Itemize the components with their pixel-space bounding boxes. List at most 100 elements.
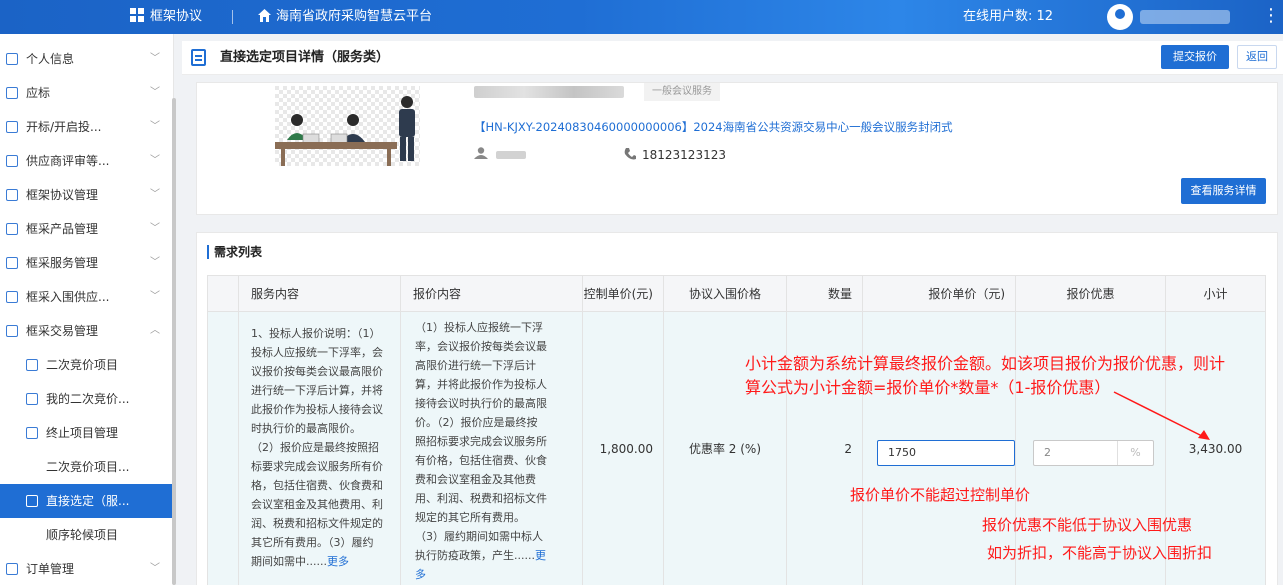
annotation-subtotal-line1: 小计金额为系统计算最终报价金额。如该项目报价为报价优惠，则计 xyxy=(745,354,1226,373)
sidebar-item-label: 个人信息 xyxy=(26,52,75,66)
service-content-cell: 1、投标人报价说明：（1） 投标人应报统一下浮率，会 议报价按每类会议最高限价 进行统… xyxy=(238,311,401,585)
cell-line: 此报价作为投标人接待会议 xyxy=(251,403,383,416)
more-link[interactable]: 多 xyxy=(415,565,582,584)
cell-line: 算，并将此报价作为投标人 xyxy=(415,378,547,391)
annotation-discount-line1: 报价优惠不能低于协议入围优惠 xyxy=(982,516,1193,534)
avatar[interactable] xyxy=(1107,4,1133,30)
bidding-icon xyxy=(26,359,38,371)
more-link[interactable]: 更 xyxy=(535,549,546,562)
sidebar-scrollbar[interactable] xyxy=(172,98,176,585)
my-bid-icon xyxy=(26,393,38,405)
control-price-cell: 1,800.00 xyxy=(582,311,664,585)
sidebar-item-label: 供应商评审等... xyxy=(26,154,110,168)
table-header: 服务内容 xyxy=(238,275,401,312)
sidebar-item-label: 二次竞价项目 xyxy=(46,358,119,372)
table-header: 小计 xyxy=(1165,275,1266,312)
contact-phone: 18123123123 xyxy=(642,148,726,162)
more-menu-icon[interactable]: ⋮ xyxy=(1262,0,1280,34)
sidebar-item-label: 框架协议管理 xyxy=(26,188,99,202)
sidebar-item-label: 终止项目管理 xyxy=(46,426,119,440)
sidebar-item-bid-opening[interactable]: 开标/开启投... ﹀ xyxy=(0,110,174,144)
row-select-cell xyxy=(207,311,239,585)
sidebar-item-label: 开标/开启投... xyxy=(26,120,102,134)
username-redacted[interactable] xyxy=(1140,10,1230,24)
trade-icon xyxy=(6,325,18,337)
sidebar-item-label: 直接选定（服... xyxy=(46,494,130,508)
annotation-unit-price: 报价单价不能超过控制单价 xyxy=(850,486,1031,504)
sidebar-item-orders[interactable]: 订单管理 ﹀ xyxy=(0,552,174,585)
sidebar-item-label: 二次竞价项目... xyxy=(46,460,130,474)
table-header: 控制单价(元) xyxy=(582,275,664,312)
sidebar-item-sequential[interactable]: 顺序轮候项目 xyxy=(0,518,174,552)
annotation-subtotal-line2: 算公式为小计金额=报价单价*数量*（1-报价优惠） xyxy=(745,378,1111,397)
document-icon xyxy=(191,49,206,66)
category-badge: 一般会议服务 xyxy=(644,83,720,101)
bid-icon xyxy=(6,87,18,99)
page-header: 直接选定项目详情（服务类） 提交报价 返回 xyxy=(182,41,1283,75)
service-content-text: 1、投标人报价说明：（1） 投标人应报统一下浮率，会 议报价按每类会议最高限价 进行统… xyxy=(251,324,400,571)
terminate-icon xyxy=(26,427,38,439)
cell-line: 费和会议室租金及其他费 xyxy=(415,473,536,486)
opening-icon xyxy=(6,121,18,133)
direct-select-icon xyxy=(26,495,38,507)
sidebar-item-supplier-review[interactable]: 供应商评审等... ﹀ xyxy=(0,144,174,178)
sidebar-item-second-bid[interactable]: 二次竞价项目 xyxy=(0,348,174,382)
supplier-icon xyxy=(6,291,18,303)
sidebar-item-trade[interactable]: 框采交易管理 ︿ xyxy=(0,314,174,348)
module-title[interactable]: 框架协议 xyxy=(150,0,202,34)
cell-line: 执行防疫政策，产生......更 xyxy=(415,549,546,562)
user-icon xyxy=(474,147,488,159)
sidebar-item-framework[interactable]: 框架协议管理 ﹀ xyxy=(0,178,174,212)
quote-content-cell: （1）投标人应报统一下浮 率，会议报价按每类会议最 高限价进行统一下浮后计 算，并将此… xyxy=(400,311,583,585)
table-header: 报价内容 xyxy=(400,275,583,312)
sidebar-item-my-second-bid[interactable]: 我的二次竞价... xyxy=(0,382,174,416)
sidebar-item-label: 应标 xyxy=(26,86,51,100)
sidebar-item-label: 顺序轮候项目 xyxy=(46,528,119,542)
top-bar: 框架协议 海南省政府采购智慧云平台 在线用户数: 12 ⋮ xyxy=(0,0,1283,34)
quote-content-text: （1）投标人应报统一下浮 率，会议报价按每类会议最 高限价进行统一下浮后计 算，并将此… xyxy=(415,318,582,584)
cell-line: 期间如需中......更多 xyxy=(251,555,349,568)
view-service-detail-button[interactable]: 查看服务详情 xyxy=(1181,178,1266,204)
chevron-down-icon: ﹀ xyxy=(150,189,160,200)
chevron-up-icon: ︿ xyxy=(150,325,160,336)
sidebar-item-terminate[interactable]: 终止项目管理 xyxy=(0,416,174,450)
cell-line: 会议室租金及其他费用、利 xyxy=(251,498,383,511)
chevron-down-icon: ﹀ xyxy=(150,563,160,574)
table-header-select xyxy=(207,275,239,312)
sidebar-item-direct-select[interactable]: 直接选定（服... xyxy=(0,484,174,518)
sidebar-item-bid[interactable]: 应标 ﹀ xyxy=(0,76,174,110)
section-title: 需求列表 xyxy=(207,245,262,259)
profile-icon xyxy=(6,53,18,65)
cell-line: 进行统一下浮后计算，并将 xyxy=(251,384,383,397)
sidebar-item-label: 框采服务管理 xyxy=(26,256,99,270)
table-header: 报价优惠 xyxy=(1015,275,1166,312)
meeting-illustration xyxy=(275,86,420,166)
project-link[interactable]: 【HN-KJXY-20240830460000000006】2024海南省公共资… xyxy=(474,119,953,135)
grid-icon[interactable] xyxy=(130,0,144,34)
submit-quote-button[interactable]: 提交报价 xyxy=(1161,45,1229,69)
service-icon xyxy=(6,257,18,269)
sidebar-item-label: 框采入围供应... xyxy=(26,290,110,304)
sidebar-item-suppliers[interactable]: 框采入围供应... ﹀ xyxy=(0,280,174,314)
discount-value: 2 xyxy=(1044,446,1051,459)
page-title: 直接选定项目详情（服务类） xyxy=(220,50,390,65)
home-icon[interactable] xyxy=(258,0,271,34)
sidebar-item-products[interactable]: 框采产品管理 ﹀ xyxy=(0,212,174,246)
cell-line: 标要求完成会议服务所有价 xyxy=(251,460,383,473)
more-link[interactable]: 更多 xyxy=(327,555,349,568)
chevron-down-icon: ﹀ xyxy=(150,291,160,302)
chevron-down-icon: ﹀ xyxy=(150,155,160,166)
sidebar-item-label: 订单管理 xyxy=(26,562,75,576)
order-icon xyxy=(6,563,18,575)
cell-line: 润、税费和招标文件规定的 xyxy=(251,517,383,530)
unit-price-input[interactable]: 1750 xyxy=(877,440,1015,466)
platform-title[interactable]: 海南省政府采购智慧云平台 xyxy=(276,0,432,34)
sidebar-item-label: 框采产品管理 xyxy=(26,222,99,236)
sidebar-item-services[interactable]: 框采服务管理 ﹀ xyxy=(0,246,174,280)
cell-line: 照招标要求完成会议服务所 xyxy=(415,435,547,448)
sidebar-item-second-bid-list[interactable]: 二次竞价项目... xyxy=(0,450,174,484)
online-users-count: 在线用户数: 12 xyxy=(963,9,1054,24)
sidebar-item-profile[interactable]: 个人信息 ﹀ xyxy=(0,42,174,76)
back-button[interactable]: 返回 xyxy=(1237,45,1277,69)
requirements-table: 服务内容 报价内容 控制单价(元) 协议入围价格 数量 报价单价（元) 报价优惠… xyxy=(207,275,1266,585)
